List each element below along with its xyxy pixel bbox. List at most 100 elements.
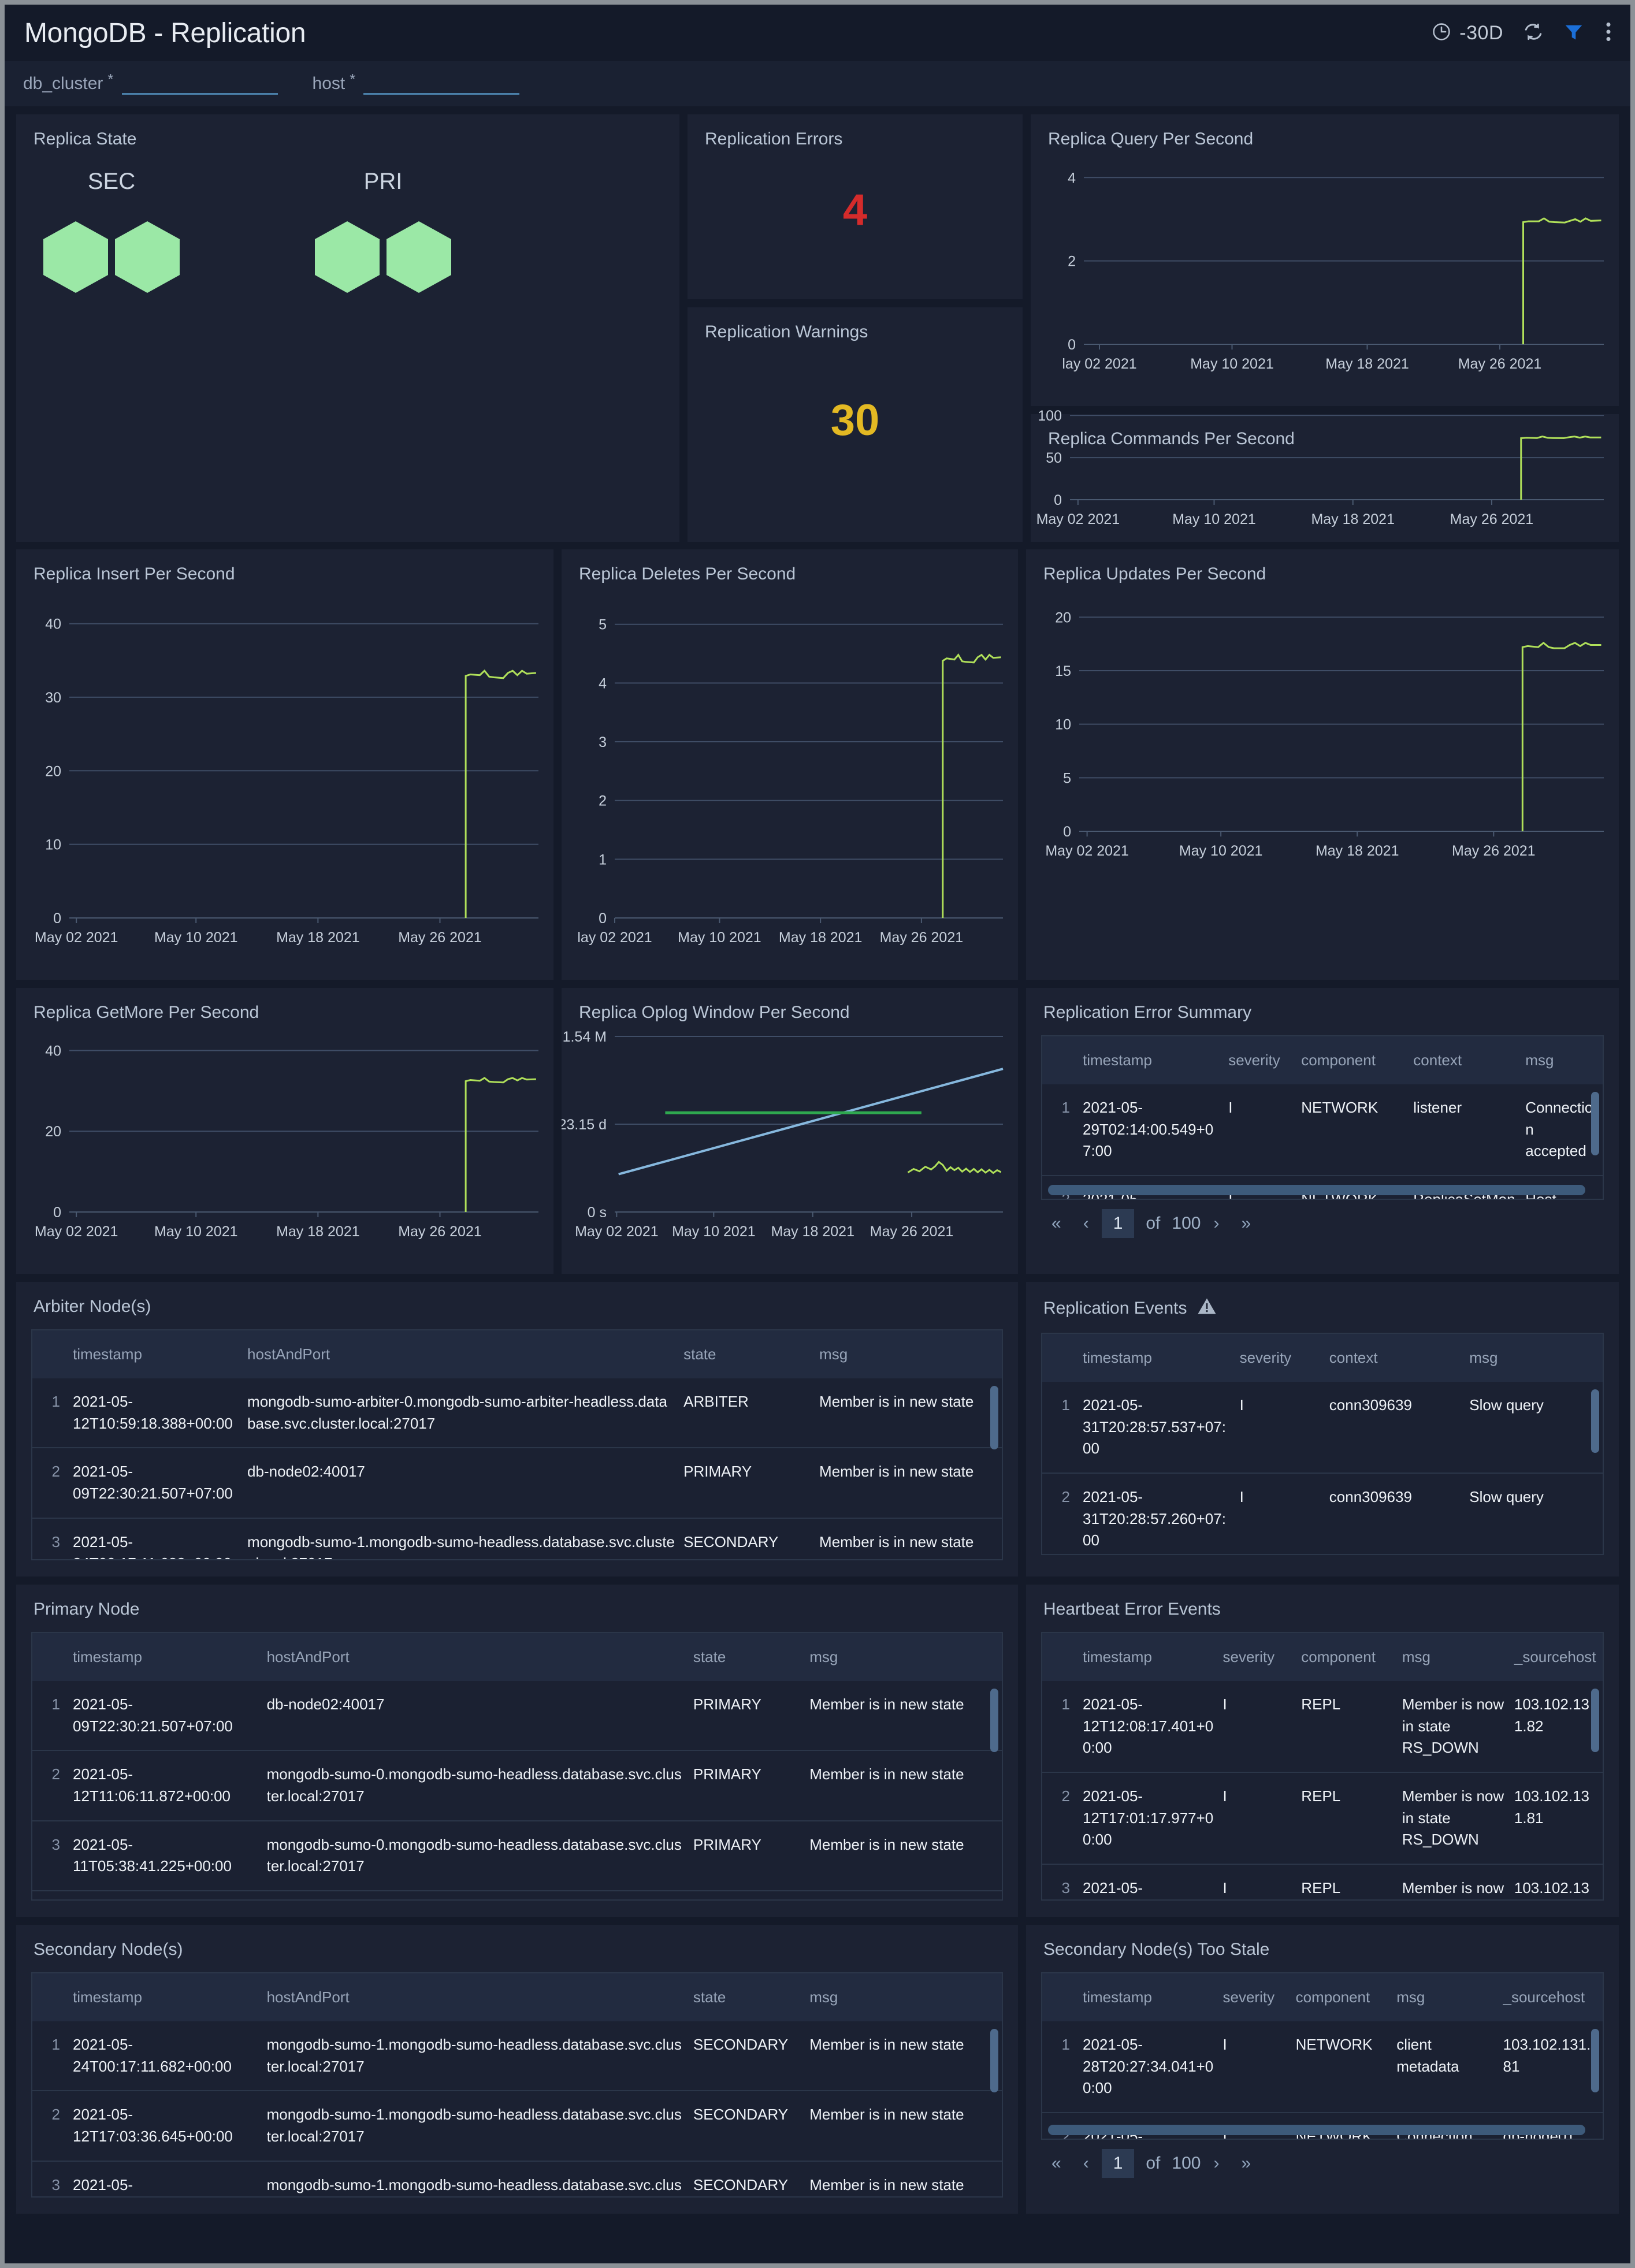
col-severity[interactable]: severity [1239, 1334, 1329, 1382]
table-row[interactable]: 42021-05-12T17:03:33.887+00:00mongodb-su… [32, 1890, 1002, 1899]
table-row[interactable]: 32021-05-16T09:12:10.295+00:00mongodb-su… [32, 2160, 1002, 2196]
col-severity[interactable]: severity [1222, 1633, 1302, 1681]
col-severity[interactable]: severity [1222, 1973, 1296, 2021]
col-msg[interactable]: msg [1396, 1973, 1503, 2021]
col-timestamp[interactable]: timestamp [1083, 1334, 1240, 1382]
table-cell: 2021-05-09T22:30:21.507+07:00 [73, 1447, 248, 1518]
col-component[interactable]: component [1301, 1036, 1414, 1084]
filter-icon[interactable] [1563, 21, 1584, 45]
col-hostandport[interactable]: hostAndPort [266, 1633, 693, 1681]
col-context[interactable]: context [1329, 1334, 1470, 1382]
table-cell: 2021-05-11T05:38:41.225+00:00 [73, 1820, 267, 1891]
col-state[interactable]: state [693, 1973, 810, 2021]
table-row[interactable]: 1 2021-05-31T20:28:57.537+07:00 Iconn30963… [1042, 1382, 1603, 1473]
table-row[interactable]: 1 2021-05-28T20:27:34.041+00:00 I NETWORK cl… [1042, 2021, 1603, 2113]
vertical-scrollbar[interactable] [1591, 1092, 1599, 1155]
col-msg[interactable]: msg [809, 1973, 1002, 2021]
prev-page-button[interactable]: ‹ [1074, 1210, 1098, 1237]
vertical-scrollbar[interactable] [1591, 1689, 1599, 1752]
more-vertical-icon[interactable] [1604, 20, 1613, 46]
db-cluster-input[interactable] [121, 69, 278, 95]
col-rownum[interactable] [32, 1973, 73, 2021]
refresh-icon[interactable] [1523, 21, 1544, 45]
table-row[interactable]: 2 2021-05-12T17:01:17.977+00:00 I REPL Membe… [1042, 1772, 1603, 1865]
table-row[interactable]: 2 2021-05-31T20:28:57.260+07:00 Iconn30963… [1042, 1473, 1603, 1554]
table-cell: 2021-05-12T17:01:17.977+00:00 [1083, 1772, 1223, 1865]
table-row[interactable]: 32021-05-24T00:17:11.682+00:00mongodb-su… [32, 1517, 1002, 1559]
col-msg[interactable]: msg [1402, 1633, 1514, 1681]
table-cell: I [1222, 1864, 1302, 1899]
vertical-scrollbar[interactable] [990, 1689, 998, 1752]
panel-title: Secondary Node(s) [34, 1940, 183, 1959]
col-component[interactable]: component [1301, 1633, 1402, 1681]
col-rownum[interactable] [1042, 1973, 1083, 2021]
col-component[interactable]: component [1295, 1973, 1397, 2021]
table-row[interactable]: 1 2021-05-12T12:08:17.401+00:00 I REPL Membe… [1042, 1681, 1603, 1772]
horizontal-scrollbar[interactable] [1048, 1185, 1585, 1195]
table-row[interactable]: 2 2021-05-12T17:03:36.645+00:00 mongodb-su… [32, 2090, 1002, 2161]
col-timestamp[interactable]: timestamp [73, 1633, 267, 1681]
col-msg[interactable]: msg [819, 1330, 1002, 1378]
svg-text:2: 2 [1068, 254, 1076, 270]
secondary-nodes-too-stale-table: timestamp severity component msg _source… [1041, 1972, 1604, 2140]
table-cell: 2021-05-16T09:12:23.840+00:00 [1083, 1864, 1223, 1899]
vertical-scrollbar[interactable] [990, 2029, 998, 2092]
table-row[interactable]: 1 2021-05-29T02:14:00.549+07:00 I NETWORK li… [1042, 1084, 1603, 1176]
col-sourcehost[interactable]: _sourcehost [1514, 1633, 1603, 1681]
col-sourcehost[interactable]: _sourcehost [1503, 1973, 1603, 2021]
time-range-button[interactable]: -30D [1432, 22, 1503, 44]
current-page[interactable]: 1 [1101, 1209, 1135, 1238]
last-page-button[interactable]: » [1232, 2150, 1260, 2177]
col-msg[interactable]: msg [1469, 1334, 1603, 1382]
svg-text:0: 0 [1054, 492, 1062, 508]
vertical-scrollbar[interactable] [1591, 2029, 1599, 2092]
host-input[interactable] [363, 69, 520, 95]
col-timestamp[interactable]: timestamp [73, 1330, 248, 1378]
svg-text:May 18 2021: May 18 2021 [1311, 511, 1395, 527]
horizontal-scrollbar[interactable] [1048, 2125, 1585, 2135]
col-msg[interactable]: msg [809, 1633, 1002, 1681]
col-timestamp[interactable]: timestamp [1083, 1633, 1223, 1681]
table-cell: mongodb-sumo-1.mongodb-sumo-headless.dat… [266, 2160, 693, 2196]
next-page-button[interactable]: › [1204, 1210, 1228, 1237]
col-timestamp[interactable]: timestamp [73, 1973, 267, 2021]
first-page-button[interactable]: « [1042, 2150, 1071, 2177]
col-severity[interactable]: severity [1228, 1036, 1302, 1084]
last-page-button[interactable]: » [1232, 1210, 1260, 1237]
table-cell: Member is in new state [819, 1447, 1002, 1518]
table-row[interactable]: 1 2021-05-24T00:17:11.682+00:00 mongodb-su… [32, 2021, 1002, 2091]
table-row[interactable]: 1 2021-05-12T10:59:18.388+00:00 mongodb-su… [32, 1378, 1002, 1448]
vertical-scrollbar[interactable] [990, 1386, 998, 1449]
prev-page-button[interactable]: ‹ [1074, 2150, 1098, 2177]
table-row[interactable]: 2 2021-05-12T11:06:11.872+00:00 mongodb-su… [32, 1750, 1002, 1821]
table-row[interactable]: 32021-05-16T09:12:23.840+00:00IREPLMembe… [1042, 1864, 1603, 1899]
table-row[interactable]: 3 2021-05-11T05:38:41.225+00:00 mongodb-su… [32, 1820, 1002, 1891]
secondary-nodes-table: timestamp hostAndPort state msg 1 2021-05… [31, 1972, 1003, 2198]
vertical-scrollbar[interactable] [1591, 1389, 1599, 1453]
table-cell: 2021-05-12T17:03:36.645+00:00 [73, 2090, 267, 2161]
current-page[interactable]: 1 [1101, 2149, 1135, 2178]
table-row[interactable]: 2 2021-05-09T22:30:21.507+07:00 db-node02:… [32, 1447, 1002, 1518]
replica-state-groups: SEC PRI [16, 149, 679, 293]
state-hex-pair [43, 221, 180, 293]
col-hostandport[interactable]: hostAndPort [266, 1973, 693, 2021]
panel-title: Replica State [34, 129, 137, 148]
col-timestamp[interactable]: timestamp [1083, 1973, 1223, 2021]
table-row[interactable]: 1 2021-05-09T22:30:21.507+07:00 db-node02:… [32, 1681, 1002, 1750]
col-msg[interactable]: msg [1525, 1036, 1603, 1084]
replica-state-group-pri: PRI [311, 169, 455, 293]
page-of-label: of [1146, 2154, 1161, 2173]
col-state[interactable]: state [683, 1330, 820, 1378]
next-page-button[interactable]: › [1204, 2150, 1228, 2177]
col-rownum[interactable] [1042, 1334, 1083, 1382]
col-timestamp[interactable]: timestamp [1083, 1036, 1229, 1084]
col-hostandport[interactable]: hostAndPort [247, 1330, 684, 1378]
svg-text:4: 4 [1068, 170, 1076, 186]
col-state[interactable]: state [693, 1633, 810, 1681]
col-rownum[interactable] [1042, 1036, 1083, 1084]
first-page-button[interactable]: « [1042, 1210, 1071, 1237]
col-context[interactable]: context [1413, 1036, 1526, 1084]
col-rownum[interactable] [32, 1633, 73, 1681]
col-rownum[interactable] [1042, 1633, 1083, 1681]
col-rownum[interactable] [32, 1330, 73, 1378]
